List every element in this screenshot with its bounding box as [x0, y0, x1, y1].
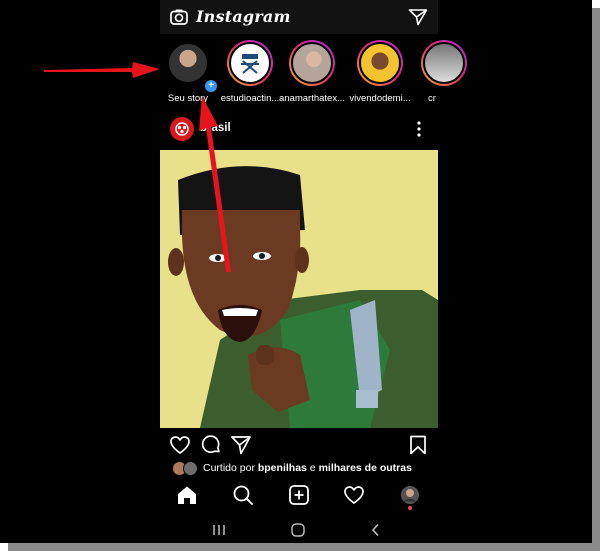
profile-photo [359, 42, 401, 84]
story-vivendodemi[interactable]: vivendodemi... [349, 38, 411, 108]
profile-icon[interactable] [399, 484, 421, 506]
new-post-icon[interactable] [288, 484, 310, 506]
story-ring [227, 40, 273, 86]
liked-by: Curtido por bpenilhas e milhares de outr… [160, 460, 438, 476]
story-label: vivendodemi... [349, 93, 411, 104]
liked-by-text[interactable]: Curtido por bpenilhas e milhares de outr… [203, 462, 412, 474]
post-photo-illustration [160, 150, 438, 428]
top-bar: Instagram [160, 0, 438, 34]
story-label: anamarthatex... [278, 93, 345, 104]
add-story-icon[interactable]: + [203, 78, 219, 94]
home-circle-icon[interactable] [290, 522, 306, 538]
own-profile-photo [167, 42, 209, 84]
post-username[interactable]: brasil [200, 122, 231, 134]
story-label: cr [428, 93, 436, 104]
post-avatar[interactable] [170, 117, 194, 141]
story-label: Seu story [167, 93, 209, 104]
bottom-navigation [160, 480, 438, 510]
app-logo-title: Instagram [196, 7, 291, 26]
liker-avatar [183, 461, 198, 476]
post-actions [160, 432, 438, 458]
bookmark-icon[interactable] [407, 434, 429, 456]
story-cr[interactable]: cr [416, 38, 472, 108]
story-estudioactin[interactable]: estudioactin... [221, 38, 279, 108]
back-icon[interactable] [368, 522, 384, 538]
camera-icon[interactable] [169, 7, 189, 27]
brand-logo-icon [175, 122, 189, 136]
recents-icon[interactable] [211, 522, 227, 538]
profile-photo [291, 42, 333, 84]
director-chair-icon [241, 54, 259, 74]
story-ring: + [165, 40, 219, 94]
notification-dot [408, 506, 412, 510]
system-navigation-bar [160, 516, 438, 543]
comment-icon[interactable] [200, 434, 222, 456]
post-header: brasil [160, 114, 438, 146]
screenshot-frame: Instagram + Seu story estudioactin... an… [0, 0, 592, 543]
activity-heart-icon[interactable] [343, 484, 365, 506]
story-own[interactable]: + Seu story [160, 38, 219, 108]
story-ring [421, 40, 467, 86]
home-icon[interactable] [176, 484, 198, 506]
direct-message-icon[interactable] [408, 8, 428, 26]
story-ring [357, 40, 403, 86]
story-ring [289, 40, 335, 86]
search-icon[interactable] [232, 484, 254, 506]
liked-prefix: Curtido por [203, 462, 258, 474]
instagram-app: Instagram + Seu story estudioactin... an… [160, 0, 467, 543]
story-anamarthatex[interactable]: anamarthatex... [279, 38, 345, 108]
heart-icon[interactable] [169, 434, 191, 456]
profile-photo [423, 42, 465, 84]
more-options-icon[interactable] [416, 120, 422, 138]
post-photo[interactable] [160, 150, 438, 428]
liked-middle: e [306, 462, 319, 474]
liked-others[interactable]: milhares de outras [319, 462, 412, 474]
stories-tray: + Seu story estudioactin... anamarthatex… [160, 38, 467, 108]
liked-user[interactable]: bpenilhas [258, 462, 307, 474]
director-chair-logo [229, 42, 271, 84]
share-icon[interactable] [230, 434, 252, 456]
story-label: estudioactin... [220, 93, 280, 104]
